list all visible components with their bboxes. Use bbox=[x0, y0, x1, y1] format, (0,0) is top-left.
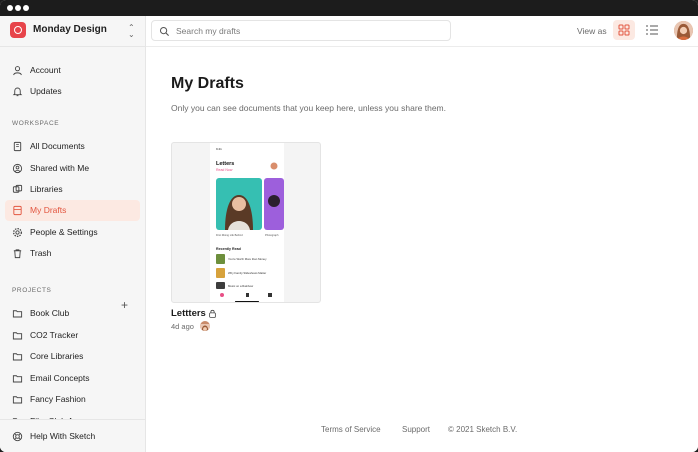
sidebar-item-label: Core Libraries bbox=[30, 351, 84, 361]
list-view-button[interactable] bbox=[641, 20, 663, 40]
sidebar-item-label: CO2 Tracker bbox=[30, 330, 79, 340]
sidebar-item-account[interactable]: Account bbox=[5, 60, 140, 81]
lock-icon bbox=[209, 309, 216, 318]
copyright-text: © 2021 Sketch B.V. bbox=[448, 425, 518, 434]
help-with-sketch-button[interactable]: Help With Sketch bbox=[5, 426, 140, 447]
avatar bbox=[200, 321, 210, 331]
folder-icon bbox=[12, 396, 23, 404]
folder-icon bbox=[12, 310, 23, 318]
top-bar: View as bbox=[146, 16, 698, 47]
help-label: Help With Sketch bbox=[30, 431, 96, 441]
sidebar-item-label: People & Settings bbox=[30, 227, 98, 237]
shared-icon bbox=[12, 163, 23, 174]
sketch-logo-icon bbox=[10, 22, 26, 38]
help-icon bbox=[12, 431, 23, 442]
preview-caption: First Rising Life Behind bbox=[216, 233, 243, 237]
preview-heading: Letters bbox=[216, 161, 234, 167]
preview-row: Music on a Rainbow bbox=[228, 284, 254, 288]
sidebar-item-libraries[interactable]: Libraries bbox=[5, 179, 140, 200]
gear-icon bbox=[13, 228, 22, 237]
document-updated: 4d ago bbox=[171, 322, 194, 331]
avatar[interactable] bbox=[674, 21, 693, 40]
document-card[interactable]: 9:41 Letters Read Now First Rising Life … bbox=[171, 142, 321, 303]
window-dot-icon[interactable] bbox=[15, 5, 21, 11]
view-as-label: View as bbox=[577, 26, 607, 36]
page-subtitle: Only you can see documents that you keep… bbox=[171, 103, 446, 113]
grid-icon bbox=[618, 24, 630, 36]
document-name[interactable]: Lettters bbox=[171, 308, 206, 319]
sidebar-item-all-documents[interactable]: All Documents bbox=[5, 136, 140, 157]
sidebar-item-project[interactable]: Fancy Fashion bbox=[5, 389, 140, 410]
folder-icon bbox=[12, 353, 23, 361]
workspace-section-title: WORKSPACE bbox=[12, 120, 60, 127]
sidebar-item-updates[interactable]: Updates bbox=[5, 81, 140, 102]
support-link[interactable]: Support bbox=[402, 425, 430, 434]
search-input[interactable] bbox=[176, 24, 436, 38]
sidebar-footer: Help With Sketch bbox=[0, 419, 145, 452]
sidebar-item-people-settings[interactable]: People & Settings bbox=[5, 222, 140, 243]
svg-text:9:41: 9:41 bbox=[216, 147, 222, 151]
sidebar-item-my-drafts[interactable]: My Drafts bbox=[5, 200, 140, 221]
sidebar-item-project[interactable]: Core Libraries bbox=[5, 346, 140, 367]
sidebar-item-trash[interactable]: Trash bbox=[5, 243, 140, 264]
sidebar-item-label: Account bbox=[30, 65, 61, 75]
document-thumbnail: 9:41 Letters Read Now First Rising Life … bbox=[210, 143, 284, 302]
grid-view-button[interactable] bbox=[613, 20, 635, 40]
sidebar-item-label: Trash bbox=[30, 248, 52, 258]
workspace-name: Monday Design bbox=[33, 24, 107, 35]
trash-icon bbox=[13, 249, 22, 259]
sidebar-item-project[interactable]: Email Concepts bbox=[5, 368, 140, 389]
window-titlebar bbox=[0, 0, 698, 16]
user-icon bbox=[13, 66, 22, 76]
preview-section: Recently Read bbox=[216, 247, 241, 251]
preview-row: Why Family Slideshows Matter bbox=[228, 271, 266, 275]
sidebar-item-label: Book Club bbox=[30, 308, 70, 318]
sidebar-item-label: Fancy Fashion bbox=[30, 394, 86, 404]
user-avatar-icon bbox=[200, 324, 210, 331]
sidebar-item-label: Libraries bbox=[30, 184, 63, 194]
bell-icon bbox=[12, 87, 23, 97]
preview-row: You're Worth More than Money bbox=[228, 257, 267, 261]
window-dot-icon[interactable] bbox=[7, 5, 13, 11]
main-content: My Drafts Only you can see documents tha… bbox=[146, 47, 698, 452]
folder-icon bbox=[12, 332, 23, 340]
preview-link: Read Now bbox=[216, 168, 233, 172]
sidebar-item-label: Shared with Me bbox=[30, 163, 90, 173]
folder-icon bbox=[12, 375, 23, 383]
page-title: My Drafts bbox=[171, 75, 244, 92]
drafts-icon bbox=[13, 205, 22, 216]
terms-of-service-link[interactable]: Terms of Service bbox=[321, 425, 381, 434]
letters-preview-image: 9:41 Letters Read Now First Rising Life … bbox=[210, 143, 284, 302]
projects-section-title: PROJECTS bbox=[12, 287, 52, 294]
sidebar-item-shared-with-me[interactable]: Shared with Me bbox=[5, 158, 140, 179]
search-icon bbox=[159, 26, 170, 37]
list-icon bbox=[646, 25, 658, 35]
libraries-icon bbox=[12, 184, 23, 193]
workspace-switcher[interactable]: Monday Design ⌃ ⌄ bbox=[0, 16, 145, 47]
sidebar-item-project[interactable]: Book Club bbox=[5, 303, 140, 324]
chevron-updown-icon[interactable]: ⌃ ⌄ bbox=[128, 24, 135, 39]
user-avatar-icon bbox=[674, 21, 693, 40]
sidebar-item-project[interactable]: CO2 Tracker bbox=[5, 325, 140, 346]
sidebar-item-label: All Documents bbox=[30, 141, 85, 151]
sidebar: Monday Design ⌃ ⌄ Account Updates WORKSPA… bbox=[0, 16, 146, 452]
sidebar-item-label: Updates bbox=[30, 86, 62, 96]
sidebar-item-label: Email Concepts bbox=[30, 373, 90, 383]
window-dot-icon[interactable] bbox=[23, 5, 29, 11]
search-box[interactable] bbox=[151, 20, 451, 41]
sidebar-item-label: My Drafts bbox=[30, 205, 67, 215]
preview-caption: Photograph bbox=[265, 233, 279, 237]
app-window: Monday Design ⌃ ⌄ Account Updates WORKSPA… bbox=[0, 0, 698, 452]
documents-icon bbox=[13, 141, 22, 152]
